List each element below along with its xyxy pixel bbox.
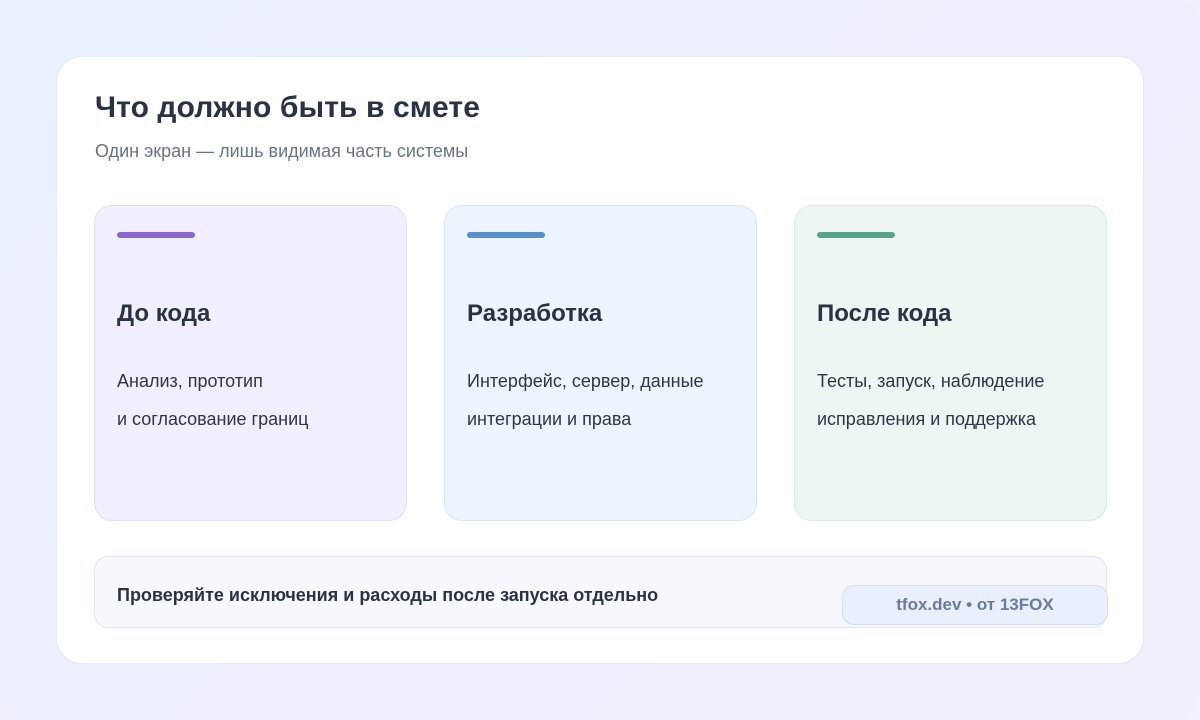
column-title: Разработка <box>467 300 603 327</box>
column-development: Разработка Интерфейс, сервер, данные инт… <box>444 205 757 521</box>
column-text-line: Тесты, запуск, наблюдение <box>817 371 1045 391</box>
column-after-code: После кода Тесты, запуск, наблюдение исп… <box>794 205 1107 521</box>
column-text-line: Интерфейс, сервер, данные <box>467 371 704 391</box>
page-background: Что должно быть в смете Один экран — лиш… <box>0 0 1200 720</box>
column-before-code: До кода Анализ, прототип и согласование … <box>94 205 407 521</box>
page-subtitle: Один экран — лишь видимая часть системы <box>95 141 469 161</box>
column-accent-bar <box>117 232 195 238</box>
column-accent-bar <box>817 232 895 238</box>
page-title: Что должно быть в смете <box>95 91 481 124</box>
content-card: Что должно быть в смете Один экран — лиш… <box>56 56 1144 664</box>
column-title: После кода <box>817 300 952 327</box>
footer-note-box: Проверяйте исключения и расходы после за… <box>94 556 1108 628</box>
source-badge: tfox.dev • от 13FOX <box>842 585 1108 625</box>
column-text-line: и согласование границ <box>117 409 309 429</box>
footer-note: Проверяйте исключения и расходы после за… <box>117 585 659 605</box>
column-text-line: интеграции и права <box>467 409 632 429</box>
column-accent-bar <box>467 232 545 238</box>
column-text-line: исправления и поддержка <box>817 409 1036 429</box>
column-title: До кода <box>117 300 211 327</box>
column-text-line: Анализ, прототип <box>117 371 263 391</box>
